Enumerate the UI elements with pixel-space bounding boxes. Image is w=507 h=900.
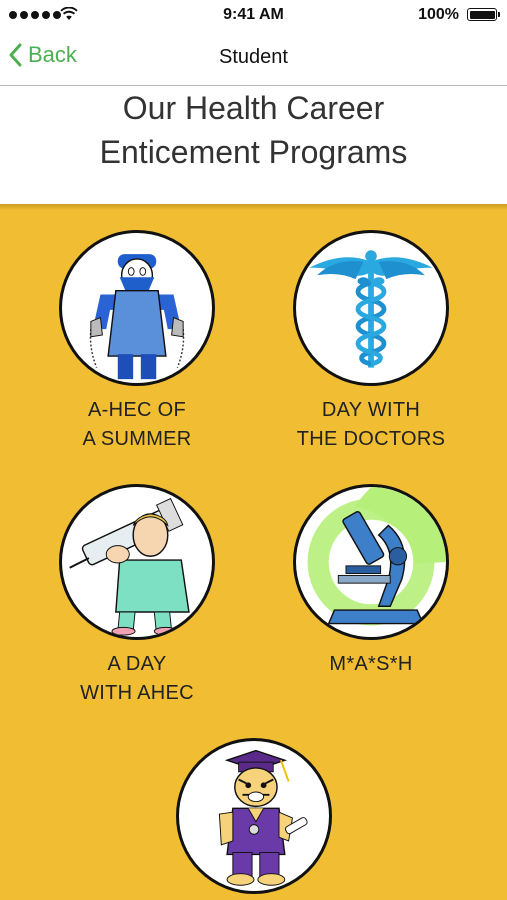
status-bar: 9:41 AM 100% (0, 0, 507, 30)
program-tiger-mascot[interactable] (134, 738, 374, 894)
navigation-bar: Back Student (0, 30, 507, 86)
program-label-line2: THE DOCTORS (296, 428, 446, 450)
tiger-mascot-icon (176, 738, 332, 894)
program-label-line2: A SUMMER (82, 428, 192, 450)
page-title-line1: Our Health Career (122, 90, 385, 126)
battery-icon (467, 8, 500, 21)
program-label-line1: A DAY (107, 653, 167, 675)
page-title-line2: Enticement Programs (99, 134, 408, 170)
program-mash[interactable]: M*A*S*H (251, 484, 491, 679)
nurse-syringe-icon (59, 484, 215, 640)
nav-title: Student (219, 46, 288, 68)
battery-percentage: 100% (418, 6, 459, 23)
program-label-line2: WITH AHEC (80, 682, 194, 704)
program-day-with-the-doctors[interactable]: DAY WITH THE DOCTORS (251, 230, 491, 454)
page-header: Our Health Career Enticement Programs (0, 86, 507, 204)
program-label-line1: A-HEC OF (88, 399, 186, 421)
caduceus-icon (293, 230, 449, 386)
program-ahec-of-a-summer[interactable]: A-HEC OF A SUMMER (17, 230, 257, 454)
surgeon-icon (59, 230, 215, 386)
program-a-day-with-ahec[interactable]: A DAY WITH AHEC (17, 484, 257, 708)
program-label-line1: M*A*S*H (329, 653, 413, 675)
microscope-icon (293, 484, 449, 640)
program-label-line1: DAY WITH (321, 399, 421, 421)
programs-grid: A-HEC OF A SUMMER DAY WITH THE DOCTORS A… (0, 204, 507, 900)
